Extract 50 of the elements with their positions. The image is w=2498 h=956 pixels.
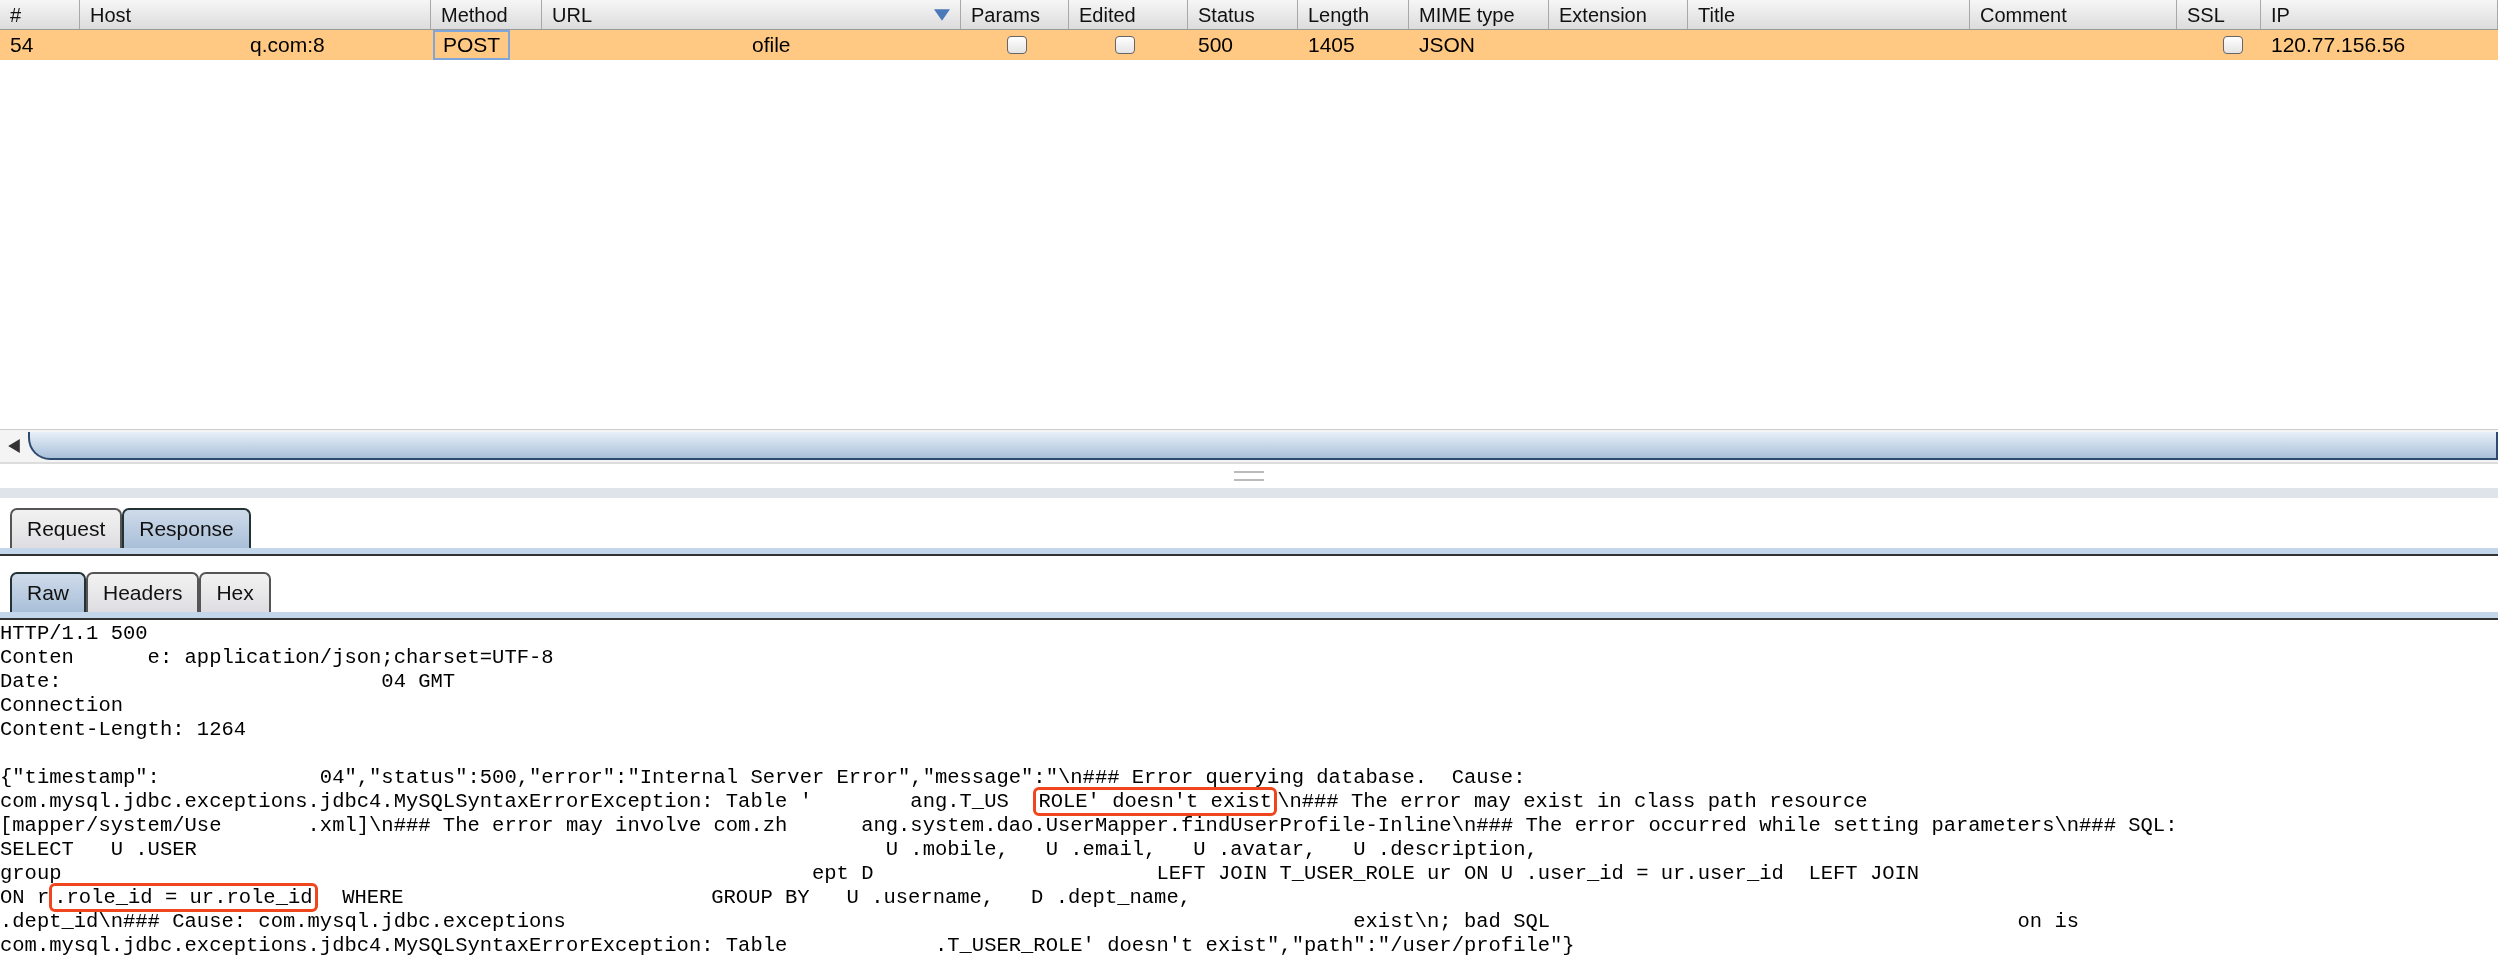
response-text: .dept_id\n### Cause: com.mysql.jdbc.exceptions exist\n; bad SQL on is	[0, 910, 2080, 933]
column-header[interactable]: Extension	[1549, 0, 1688, 29]
response-text: [mapper/system/Use .xml]\n### The error may involve com.zh ang.system.dao.UserMapper.findUserProfile-Inline\n### The error occurred while setting parameters\n### SQL:	[0, 814, 2178, 837]
column-header[interactable]: Title	[1688, 0, 1970, 29]
table-cell-text: 120.77.156.56	[2270, 32, 2407, 58]
response-text: group ept D LEFT JOIN T_USER_ROLE ur ON U .user_id = ur.user_id LEFT JOIN	[0, 862, 1920, 885]
table-cell: POST	[433, 30, 511, 60]
response-text: Date: 04 GMT	[0, 670, 456, 693]
response-text: {"timestamp": 04","status":500,"error":"Internal Server Error","message":"\n### Error querying database. Cause:	[0, 766, 1526, 789]
tab[interactable]: Headers	[86, 572, 200, 612]
column-header[interactable]: Edited	[1069, 0, 1188, 29]
column-header[interactable]: Status	[1188, 0, 1298, 29]
response-text: HTTP/1.1 500	[0, 622, 148, 645]
splitter-handle[interactable]	[1234, 471, 1264, 481]
response-text: ON r	[0, 886, 50, 909]
tab[interactable]: Raw	[10, 572, 86, 612]
column-header[interactable]: Params	[961, 0, 1069, 29]
scrollbar-thumb[interactable]	[28, 432, 2498, 460]
tab[interactable]: Response	[122, 508, 251, 548]
column-header[interactable]: IP	[2261, 0, 2498, 29]
table-cell-text: 1405	[1307, 32, 1356, 58]
response-text: Conten e: application/json;charset=UTF-8	[0, 646, 554, 669]
checkbox[interactable]	[1115, 36, 1135, 54]
column-header[interactable]: Length	[1298, 0, 1409, 29]
response-text: com.mysql.jdbc.exceptions.jdbc4.MySQLSyntaxErrorException: Table .T_USER_ROLE' doesn't exist","path":"/user/profile"}	[0, 934, 1575, 956]
column-header[interactable]: Comment	[1970, 0, 2177, 29]
response-text: Content-Length: 1264	[0, 718, 247, 741]
response-text: com.mysql.jdbc.exceptions.jdbc4.MySQLSyntaxErrorException: Table ' ang.T_US	[0, 790, 1010, 813]
column-header[interactable]: MIME type	[1409, 0, 1549, 29]
tab[interactable]: Hex	[199, 572, 271, 612]
highlighted-text: .role_id = ur.role_id	[49, 883, 318, 912]
table-cell-text: q.com:8	[249, 32, 326, 58]
column-header[interactable]: SSL	[2177, 0, 2261, 29]
column-header[interactable]: Method	[431, 0, 542, 29]
column-header[interactable]: Host	[80, 0, 431, 29]
checkbox[interactable]	[2223, 36, 2243, 54]
response-text: Connection	[0, 694, 124, 717]
highlighted-text: ROLE' doesn't exist	[1033, 787, 1278, 816]
column-header[interactable]: #	[0, 0, 80, 29]
tab[interactable]: Request	[10, 508, 123, 548]
column-header[interactable]: URL	[542, 0, 961, 29]
table-cell-text: 54	[9, 32, 35, 58]
response-text: WHERE GROUP BY U .username, D .dept_name,	[341, 886, 1191, 909]
response-text: SELECT U .USER U .mobile, U .email, U .avatar, U .description,	[0, 838, 1538, 861]
checkbox[interactable]	[1007, 36, 1027, 54]
table-row[interactable]: 54 q.com:8 POST ofile 500 1405 JSON 120.77.156.56	[0, 30, 2498, 60]
response-text: \n### The error may exist in class path resource	[1277, 790, 1868, 813]
table-cell-text: JSON	[1418, 32, 1476, 58]
table-cell-text: ofile	[751, 32, 792, 58]
table-cell-text: 500	[1197, 32, 1235, 58]
